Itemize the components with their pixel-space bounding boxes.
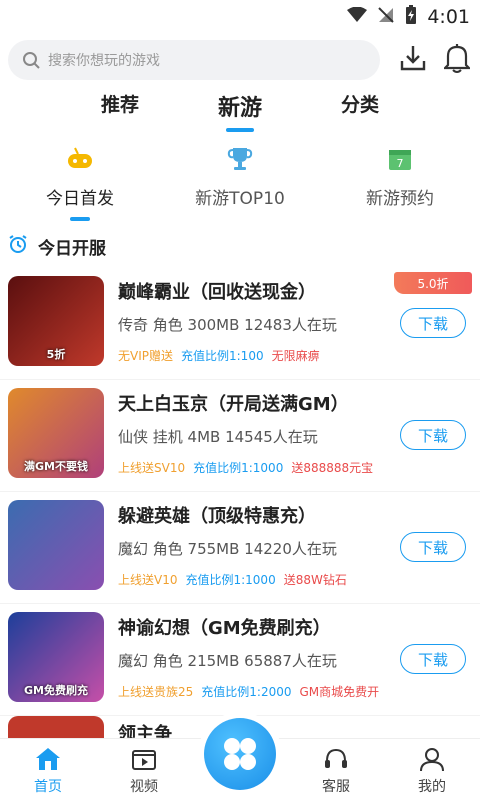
nav-video[interactable]: 视频: [104, 746, 184, 796]
apps-icon: [224, 738, 256, 770]
download-button[interactable]: 下载: [400, 308, 466, 338]
game-tag: 充值比例1:1000: [185, 573, 276, 587]
subtab-preorder[interactable]: 7 新游预约: [330, 146, 470, 228]
game-tag: 充值比例1:100: [181, 349, 264, 363]
alarm-clock-icon: [8, 234, 38, 259]
subtab-indicator: [70, 217, 90, 221]
calendar-icon: 7: [386, 146, 414, 176]
game-thumbnail[interactable]: 满GM不要钱: [8, 388, 104, 478]
game-title: 神谕幻想（GM免费刷充）: [118, 618, 331, 639]
video-icon: [132, 750, 156, 770]
center-apps-button[interactable]: [204, 718, 276, 790]
section-title: 今日开服: [38, 238, 106, 259]
main-tabs: 推荐 新游 分类: [0, 90, 480, 130]
game-tag: 上线送SV10: [118, 461, 186, 475]
nav-label: 视频: [130, 779, 158, 795]
top-bar: 搜索你想玩的游戏: [0, 34, 480, 82]
game-tag: 无限麻痹: [271, 349, 320, 363]
thumbnail-caption: GM免费刷充: [24, 684, 88, 697]
tab-recommend[interactable]: 推荐: [80, 90, 160, 117]
nav-label: 首页: [34, 779, 62, 795]
gamepad-icon: [66, 146, 94, 176]
subtab-today-launch[interactable]: 今日首发: [10, 146, 150, 228]
user-icon: [420, 748, 444, 772]
download-button[interactable]: 下载: [400, 644, 466, 674]
game-list: 5折 巅峰霸业（回收送现金） 传奇 角色 300MB 12483人在玩 无VIP…: [0, 268, 480, 746]
nav-label: 我的: [418, 779, 446, 795]
game-tag: 上线送V10: [118, 573, 178, 587]
status-bar: 4:01: [0, 0, 480, 34]
trophy-icon: [226, 146, 254, 176]
nav-label: 客服: [322, 779, 350, 795]
game-item[interactable]: GM免费刷充 神谕幻想（GM免费刷充） 魔幻 角色 215MB 65887人在玩…: [0, 604, 480, 716]
game-tag: GM商城免费开: [299, 685, 380, 699]
game-tag: 充值比例1:1000: [193, 461, 284, 475]
download-button[interactable]: 下载: [400, 532, 466, 562]
game-tag: 无VIP赠送: [118, 349, 173, 363]
thumbnail-caption: 满GM不要钱: [24, 460, 88, 473]
subtab-top10[interactable]: 新游TOP10: [170, 146, 310, 228]
nav-support[interactable]: 客服: [296, 746, 376, 796]
subtab-label: 新游预约: [366, 189, 434, 209]
game-tag: 充值比例1:2000: [201, 685, 292, 699]
download-icon[interactable]: [398, 43, 428, 77]
game-thumbnail[interactable]: GM免费刷充: [8, 612, 104, 702]
game-thumbnail[interactable]: [8, 500, 104, 590]
download-button[interactable]: 下载: [400, 420, 466, 450]
bell-icon[interactable]: [442, 43, 472, 77]
tab-category[interactable]: 分类: [320, 90, 400, 117]
game-thumbnail[interactable]: 5折: [8, 276, 104, 366]
subtab-label: 新游TOP10: [195, 189, 285, 209]
signal-off-icon: [377, 6, 395, 29]
wifi-icon: [347, 6, 368, 28]
discount-badge: 5.0折: [394, 272, 472, 294]
nav-profile[interactable]: 我的: [392, 746, 472, 796]
search-placeholder: 搜索你想玩的游戏: [48, 53, 160, 69]
subtab-label: 今日首发: [46, 189, 114, 209]
game-tag: 上线送贵族25: [118, 685, 194, 699]
clock: 4:01: [427, 6, 470, 28]
game-tag: 送88W钻石: [283, 573, 347, 587]
game-title: 天上白玉京（开局送满GM）: [118, 394, 349, 415]
search-icon: [23, 52, 40, 69]
game-item[interactable]: 躲避英雄（顶级特惠充） 魔幻 角色 755MB 14220人在玩 上线送V10 …: [0, 492, 480, 604]
game-tag: 送888888元宝: [291, 461, 374, 475]
section-header: 今日开服: [0, 228, 480, 264]
search-input[interactable]: 搜索你想玩的游戏: [8, 40, 380, 80]
headset-icon: [325, 748, 347, 768]
game-item[interactable]: 5折 巅峰霸业（回收送现金） 传奇 角色 300MB 12483人在玩 无VIP…: [0, 268, 480, 380]
sub-tabs: 今日首发 新游TOP10 7 新游预约: [0, 146, 480, 228]
game-title: 躲避英雄（顶级特惠充）: [118, 506, 316, 527]
thumbnail-caption: 5折: [46, 348, 66, 361]
battery-charging-icon: [405, 4, 417, 30]
tab-new-games[interactable]: 新游: [200, 90, 280, 122]
nav-home[interactable]: 首页: [8, 746, 88, 796]
svg-text:7: 7: [397, 157, 404, 170]
home-icon: [36, 748, 60, 770]
game-item[interactable]: 满GM不要钱 天上白玉京（开局送满GM） 仙侠 挂机 4MB 14545人在玩 …: [0, 380, 480, 492]
